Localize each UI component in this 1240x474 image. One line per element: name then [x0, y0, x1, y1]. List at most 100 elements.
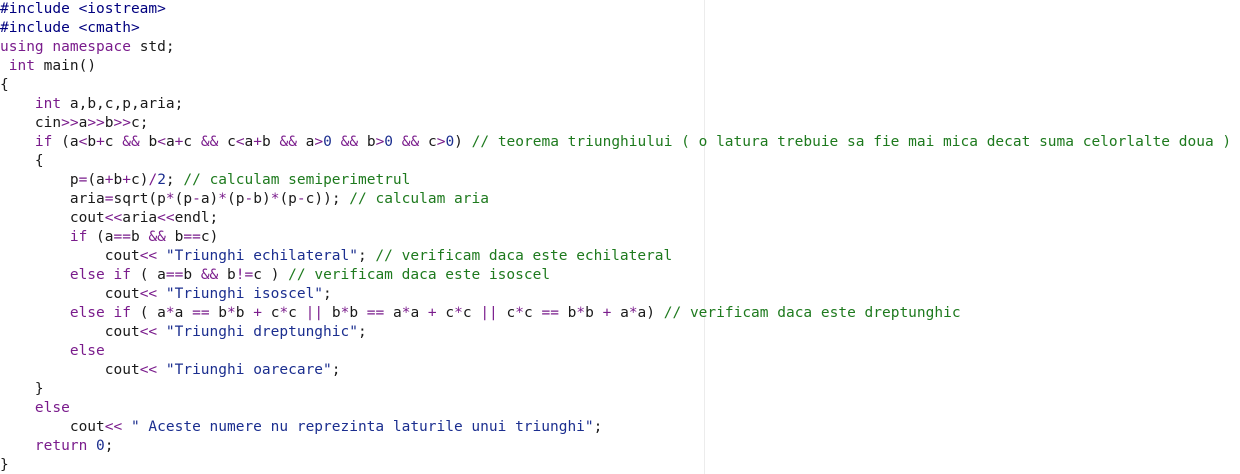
code-line[interactable]: if (a==b && b==c) [0, 228, 1231, 247]
code-token: cout [0, 324, 140, 340]
code-editor[interactable]: #include <iostream> #include <cmath> using… [0, 0, 1240, 474]
code-token: int [8, 58, 35, 74]
code-token: + [122, 172, 131, 188]
code-line[interactable]: cout<<aria<<endl; [0, 209, 1231, 228]
code-line[interactable]: } [0, 380, 1231, 399]
code-line[interactable]: #include <cmath> [0, 19, 1231, 38]
code-token: ( a [130, 267, 166, 283]
code-token: b [585, 305, 603, 321]
code-token: && [200, 134, 219, 150]
code-token: #include [0, 1, 79, 17]
code-token: endl; [174, 210, 219, 226]
code-line[interactable]: cout<< "Triunghi dreptunghic"; [0, 323, 1231, 342]
code-token: (a [52, 134, 79, 150]
code-token: " Aceste numere nu reprezinta laturile u… [130, 419, 594, 435]
code-token: c [524, 305, 542, 321]
code-token: 2 [157, 172, 166, 188]
code-token: a) [637, 305, 664, 321]
code-token: (p [227, 191, 245, 207]
code-line[interactable]: { [0, 76, 1231, 95]
code-token: b [165, 229, 184, 245]
code-token: a [384, 305, 402, 321]
code-token: < [235, 134, 245, 150]
code-token: if [69, 229, 88, 245]
code-token: // teorema triunghiului ( o latura trebu… [471, 134, 1232, 150]
code-token: (p [279, 191, 297, 207]
code-token: && [279, 134, 297, 150]
code-area[interactable]: #include <iostream> #include <cmath> using… [0, 0, 1231, 474]
code-token: / [148, 172, 158, 188]
code-token: <cmath> [78, 20, 140, 36]
code-token: if [113, 305, 131, 321]
code-token: // calculam semiperimetrul [183, 172, 411, 188]
code-token: a [244, 134, 254, 150]
code-line[interactable]: cin>>a>>b>>c; [0, 114, 1231, 133]
code-token: a [165, 134, 175, 150]
code-line[interactable]: cout<< "Triunghi echilateral"; // verifi… [0, 247, 1231, 266]
code-token: c [261, 305, 280, 321]
code-token: 0 [323, 134, 332, 150]
code-token: << [104, 210, 123, 226]
code-token: b [323, 305, 341, 321]
code-token: a [174, 305, 193, 321]
code-token: || [480, 305, 498, 321]
code-line[interactable]: p=(a+b+c)/2; // calculam semiperimetrul [0, 171, 1231, 190]
code-line[interactable]: else [0, 342, 1231, 361]
code-token: == [366, 305, 385, 321]
code-line[interactable]: else [0, 399, 1231, 418]
code-token: ; [357, 248, 376, 264]
code-line[interactable]: int a,b,c,p,aria; [0, 95, 1231, 114]
code-token: c [218, 134, 236, 150]
code-line[interactable]: else if ( a*a == b*b + c*c || b*b == a*a… [0, 304, 1231, 323]
code-token: = [78, 172, 88, 188]
code-token: a) [200, 191, 219, 207]
code-token: << [139, 248, 158, 264]
code-line[interactable]: } [0, 456, 1231, 474]
code-token: #include [0, 20, 79, 36]
code-token: << [139, 362, 158, 378]
code-line[interactable]: #include <iostream> [0, 0, 1231, 19]
code-line[interactable]: cout<< " Aceste numere nu reprezinta lat… [0, 418, 1231, 437]
code-token: * [515, 305, 524, 321]
code-token: >> [61, 115, 79, 131]
code-line[interactable]: using namespace std; [0, 38, 1231, 57]
code-token: b [209, 305, 228, 321]
code-line[interactable]: cout<< "Triunghi oarecare"; [0, 361, 1231, 380]
code-token: - [244, 191, 254, 207]
code-token: } [0, 457, 9, 473]
code-line[interactable]: return 0; [0, 437, 1231, 456]
code-token: b [87, 134, 97, 150]
code-token: * [165, 191, 175, 207]
code-line[interactable]: { [0, 152, 1231, 171]
code-line[interactable]: aria=sqrt(p*(p-a)*(p-b)*(p-c)); // calcu… [0, 190, 1231, 209]
code-token: << [139, 324, 158, 340]
code-token: { [0, 77, 9, 93]
code-token: b [349, 305, 367, 321]
code-token: * [218, 191, 228, 207]
code-line[interactable]: int main() [0, 57, 1231, 76]
code-line[interactable]: if (a<b+c && b<a+c && c<a+b && a>0 && b>… [0, 133, 1231, 152]
code-token: ; [593, 419, 603, 435]
code-token: } [0, 381, 44, 397]
code-token: "Triunghi oarecare" [165, 362, 332, 378]
code-token: namespace [52, 39, 131, 55]
code-token: b [262, 134, 280, 150]
code-line[interactable]: cout<< "Triunghi isoscel"; [0, 285, 1231, 304]
code-token: else [69, 305, 105, 321]
code-token: && [401, 134, 420, 150]
code-line[interactable]: else if ( a==b && b!=c ) // verificam da… [0, 266, 1231, 285]
code-token: a,b,c,p,aria; [61, 96, 184, 112]
code-token: cout [0, 248, 140, 264]
code-token: && [148, 229, 166, 245]
code-token: = [104, 191, 114, 207]
code-token: ; [357, 324, 367, 340]
code-token: a [296, 134, 315, 150]
